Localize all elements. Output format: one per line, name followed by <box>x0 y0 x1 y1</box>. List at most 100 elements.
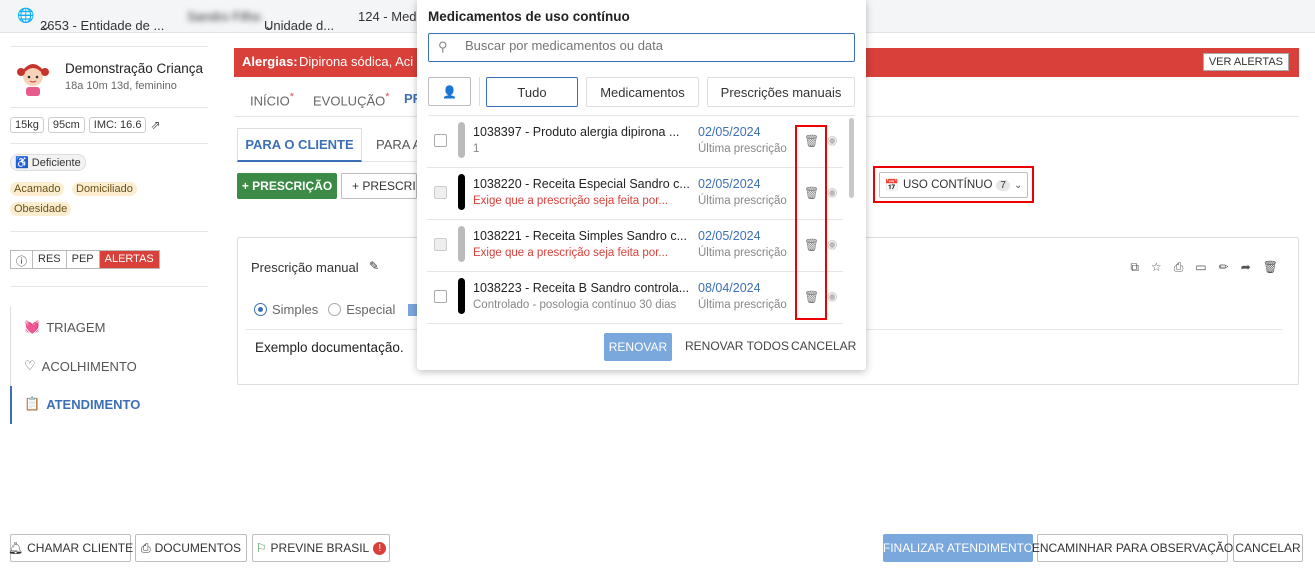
radio-special[interactable] <box>328 303 342 316</box>
tab-para-o-cliente[interactable]: PARA O CLIENTE <box>237 128 362 162</box>
pencil-icon[interactable]: ✏ <box>1219 260 1229 275</box>
eye-icon[interactable]: ◉ <box>827 289 837 303</box>
record-tabs: ⓘ RES PEP ALERTAS <box>10 250 160 269</box>
tab-inicio[interactable]: INÍCIO* <box>250 91 294 108</box>
info-icon[interactable]: ⓘ <box>11 251 33 268</box>
print-icon: ⎙ <box>140 540 151 555</box>
clipboard-icon: 📋 <box>24 396 41 411</box>
list-item[interactable]: 1038223 - Receita B Sandro controla... Co… <box>427 272 843 324</box>
tab-pep[interactable]: PEP <box>67 251 100 268</box>
tab-evolucao[interactable]: EVOLUÇÃO* <box>313 91 389 108</box>
filter-prescricoes-manuais[interactable]: Prescrições manuais <box>707 77 855 107</box>
sector-selector[interactable]: 124 - Med <box>358 9 417 24</box>
star-icon[interactable]: ☆ <box>1151 260 1162 275</box>
renew-button[interactable]: RENOVAR <box>604 333 672 361</box>
heart-icon: ♡ <box>24 358 36 373</box>
forward-observation-button[interactable]: ENCAMINHAR PARA OBSERVAÇÃO <box>1032 534 1233 562</box>
list-item[interactable]: 1038221 - Receita Simples Sandro c... Exi… <box>427 220 843 272</box>
trash-icon[interactable]: 🗑 <box>1263 260 1278 275</box>
alert-text: Dipirona sódica, Aci <box>299 54 414 69</box>
nav-atendimento[interactable]: 📋 ATENDIMENTO <box>24 396 140 412</box>
footer-cancel-button[interactable]: CANCELAR <box>1233 534 1303 562</box>
radio-simple[interactable] <box>254 303 267 316</box>
medication-date-label: Última prescrição <box>698 247 787 259</box>
tag-domiciliado: Domiciliado <box>72 182 137 196</box>
search-field[interactable]: ⚲ <box>428 33 855 62</box>
medication-title: 1038221 - Receita Simples Sandro c... <box>473 229 688 243</box>
search-icon: ⚲ <box>438 39 448 54</box>
row-checkbox[interactable] <box>434 290 447 303</box>
row-color-bar <box>458 278 465 314</box>
list-item[interactable]: 1038220 - Receita Especial Sandro c... Ex… <box>427 168 843 220</box>
medication-date-label: Última prescrição <box>698 195 787 207</box>
chart-trend-icon[interactable]: ⇗ <box>150 118 160 132</box>
renew-all-button[interactable]: RENOVAR TODOS <box>685 339 789 353</box>
medication-title: 1038397 - Produto alergia dipirona ... <box>473 125 680 139</box>
copy-icon[interactable]: ⧉ <box>1130 260 1139 275</box>
medication-subtitle: 1 <box>473 143 480 155</box>
patient-details: 18a 10m 13d, feminino <box>65 80 177 92</box>
card-toolbar: ⧉ ☆ ⎙ ▭ ✏ ➦ 🗑 <box>1130 260 1278 275</box>
height: 95cm <box>47 117 85 133</box>
filter-tudo[interactable]: Tudo <box>486 77 578 107</box>
bell-icon: 🔔︎ <box>7 541 24 555</box>
tag-obesidade: Obesidade <box>10 202 72 216</box>
warning-icon: ! <box>373 541 387 555</box>
print-icon[interactable]: ⎙ <box>1174 260 1184 275</box>
share-icon[interactable]: ➦ <box>1241 260 1251 275</box>
eye-icon[interactable]: ◉ <box>827 133 837 147</box>
tab-res[interactable]: RES <box>33 251 67 268</box>
eye-icon[interactable]: ◉ <box>827 237 837 251</box>
brazil-flag-icon: 🌐 <box>17 7 35 23</box>
row-color-bar <box>458 174 465 210</box>
call-client-button[interactable]: 🔔︎ CHAMAR CLIENTE <box>7 534 133 562</box>
nav-acolhimento[interactable]: ♡ ACOLHIMENTO <box>24 358 137 374</box>
prescription-other-button[interactable]: + PRESCRI <box>341 173 417 199</box>
medication-title: 1038220 - Receita Especial Sandro c... <box>473 177 690 191</box>
tab-alertas[interactable]: ALERTAS <box>99 251 159 268</box>
medication-title: 1038223 - Receita B Sandro controla... <box>473 281 690 295</box>
medication-subtitle: Exige que a prescrição seja feita por... <box>473 195 668 207</box>
medication-date: 02/05/2024 <box>698 229 761 243</box>
row-color-bar <box>458 122 465 158</box>
chevron-down-icon: ⌄ <box>264 18 275 33</box>
medication-date: 08/04/2024 <box>698 281 761 295</box>
tab-para-a[interactable]: PARA A <box>376 137 421 152</box>
search-input[interactable] <box>465 38 845 53</box>
vitals: 15kg 95cm IMC: 16.6 ⇗ <box>10 117 161 133</box>
settings-card-icon[interactable]: ▭ <box>1195 260 1206 275</box>
row-color-bar <box>458 226 465 262</box>
medication-date-label: Última prescrição <box>698 143 787 155</box>
medication-date: 02/05/2024 <box>698 177 761 191</box>
nav-triagem[interactable]: 💓 TRIAGEM <box>24 319 105 335</box>
medication-date: 02/05/2024 <box>698 125 761 139</box>
documents-button[interactable]: ⎙ DOCUMENTOS <box>135 534 247 562</box>
row-checkbox[interactable] <box>434 134 447 147</box>
eye-icon[interactable]: ◉ <box>827 185 837 199</box>
filter-user-button[interactable]: 👤 <box>428 77 471 106</box>
new-prescription-button[interactable]: + PRESCRIÇÃO <box>237 173 337 199</box>
user-name: Sandro Filho <box>187 9 261 24</box>
patient-name: Demonstração Criança <box>65 61 204 76</box>
card-title: Prescrição manual <box>251 260 359 275</box>
medication-subtitle: Exige que a prescrição seja feita por... <box>473 247 668 259</box>
list-scrollbar[interactable] <box>849 118 854 198</box>
row-checkbox[interactable] <box>434 186 447 199</box>
edit-pencil-icon[interactable]: ✎ <box>369 259 379 273</box>
popup-cancel-button[interactable]: CANCELAR <box>791 339 856 353</box>
doctor-icon: 👤 <box>442 84 457 99</box>
filter-medicamentos[interactable]: Medicamentos <box>586 77 699 107</box>
weight: 15kg <box>10 117 44 133</box>
alert-label: Alergias: <box>242 54 298 69</box>
uso-continuo-popup: Medicamentos de uso contínuo ⚲ 👤 Tudo Me… <box>417 0 866 370</box>
tag-acamado: Acamado <box>10 182 65 196</box>
view-alerts-button[interactable]: VER ALERTAS <box>1202 53 1289 71</box>
row-checkbox[interactable] <box>434 238 447 251</box>
highlight-delete-column <box>795 125 827 320</box>
previne-brasil-button[interactable]: ⚐ PREVINE BRASIL! <box>252 534 390 562</box>
card-body: Exemplo documentação. <box>255 340 404 355</box>
list-item[interactable]: 1038397 - Produto alergia dipirona ... 1 0… <box>427 116 843 168</box>
finish-button[interactable]: FINALIZAR ATENDIMENTO <box>883 534 1033 562</box>
flag-icon: ⚐ <box>255 541 267 555</box>
chevron-down-icon: ⌄ <box>40 18 51 33</box>
